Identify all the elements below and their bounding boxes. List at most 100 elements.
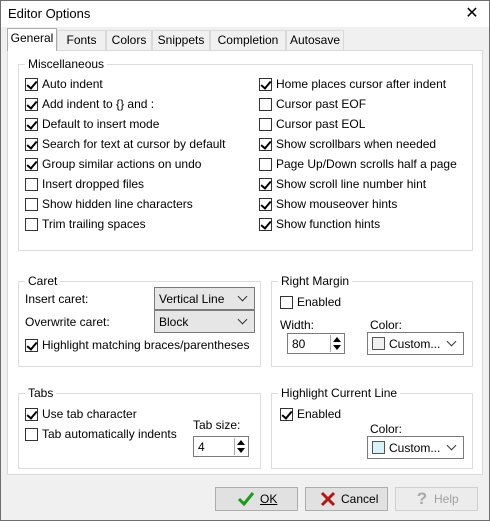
checkbox-box [280, 296, 293, 309]
checkbox-box [25, 408, 38, 421]
tab-colors[interactable]: Colors [106, 30, 152, 50]
tab-size-label: Tab size: [193, 418, 241, 432]
misc-option-checkbox[interactable]: Show scrollbars when needed [259, 137, 474, 153]
group-title: Highlight Current Line [278, 386, 401, 400]
checkbox-box [259, 158, 272, 171]
color-value: Custom... [389, 337, 441, 351]
title-bar: Editor Options ✕ [1, 1, 489, 27]
overwrite-caret-select[interactable]: Block [154, 310, 255, 333]
group-title: Miscellaneous [25, 57, 108, 71]
insert-caret-select[interactable]: Vertical Line [154, 287, 255, 310]
tab-autosave[interactable]: Autosave [286, 30, 344, 50]
highlight-line-color-select[interactable]: Custom... [367, 436, 464, 459]
checkbox-box [25, 138, 38, 151]
misc-option-checkbox[interactable]: Trim trailing spaces [25, 217, 240, 233]
arrow-up-icon [333, 337, 341, 342]
checkbox-label: Show function hints [276, 217, 381, 231]
checkbox-box [25, 428, 38, 441]
checkbox-box [25, 98, 38, 111]
checkbox-label: Page Up/Down scrolls half a page [276, 157, 457, 171]
checkbox-box [259, 98, 272, 111]
cancel-button[interactable]: Cancel [305, 487, 388, 511]
arrow-up-icon [237, 440, 245, 445]
checkbox-box [25, 158, 38, 171]
tab-general[interactable]: General [7, 28, 57, 51]
misc-option-checkbox[interactable]: Show scroll line number hint [259, 177, 474, 193]
misc-option-checkbox[interactable]: Show mouseover hints [259, 197, 474, 213]
cancel-label: Cancel [341, 492, 379, 506]
right-margin-group: Right Margin Enabled Width: 80 Color: Cu… [271, 274, 473, 367]
tab-auto-indent-checkbox[interactable]: Tab automatically indents [25, 427, 185, 443]
checkbox-box [259, 178, 272, 191]
group-title: Caret [25, 274, 61, 288]
spinner-buttons[interactable] [234, 438, 247, 455]
ok-label: OK [260, 492, 278, 506]
checkbox-label: Trim trailing spaces [42, 217, 146, 231]
checkbox-label: Enabled [297, 295, 342, 309]
tab-strip: General Fonts Colors Snippets Completion… [7, 28, 483, 51]
check-icon [237, 492, 255, 507]
width-spinner[interactable]: 80 [287, 333, 345, 354]
help-button[interactable]: ? Help [395, 487, 478, 511]
color-swatch [372, 441, 385, 454]
tab-fonts[interactable]: Fonts [57, 30, 106, 50]
misc-option-checkbox[interactable]: Group similar actions on undo [25, 157, 240, 173]
ok-button[interactable]: OK [215, 487, 298, 511]
misc-option-checkbox[interactable]: Search for text at cursor by default [25, 137, 240, 153]
width-value: 80 [292, 337, 306, 351]
misc-option-checkbox[interactable]: Add indent to {} and : [25, 97, 240, 113]
tab-label: Autosave [289, 33, 341, 47]
color-value: Custom... [389, 441, 441, 455]
checkbox-label: Show scroll line number hint [276, 177, 427, 191]
misc-option-checkbox[interactable]: Auto indent [25, 77, 240, 93]
checkbox-label: Highlight matching braces/parentheses [42, 338, 250, 352]
misc-option-checkbox[interactable]: Default to insert mode [25, 117, 240, 133]
chevron-down-icon [445, 336, 459, 350]
use-tab-character-checkbox[interactable]: Use tab character [25, 407, 145, 423]
tab-label: Fonts [66, 33, 97, 47]
checkbox-box [25, 339, 38, 352]
right-margin-enabled-checkbox[interactable]: Enabled [280, 295, 370, 311]
checkbox-label: Default to insert mode [42, 117, 160, 131]
checkbox-box [259, 198, 272, 211]
tab-snippets[interactable]: Snippets [152, 30, 210, 50]
checkbox-box [259, 78, 272, 91]
close-icon[interactable]: ✕ [461, 3, 483, 25]
color-label: Color: [370, 318, 403, 332]
misc-option-checkbox[interactable]: Show function hints [259, 217, 474, 233]
checkbox-box [259, 218, 272, 231]
caret-group: Caret Insert caret: Vertical Line Overwr… [18, 274, 261, 367]
misc-option-checkbox[interactable]: Cursor past EOL [259, 117, 474, 133]
x-icon [320, 491, 336, 507]
tab-label: Colors [111, 33, 147, 47]
tab-label: Snippets [157, 33, 205, 47]
arrow-down-icon [333, 345, 341, 350]
insert-caret-value: Vertical Line [159, 292, 225, 306]
misc-option-checkbox[interactable]: Insert dropped files [25, 177, 240, 193]
highlight-line-enabled-checkbox[interactable]: Enabled [280, 407, 370, 423]
right-margin-color-select[interactable]: Custom... [367, 332, 464, 355]
checkbox-label: Group similar actions on undo [42, 157, 202, 171]
chevron-down-icon [445, 440, 459, 454]
checkbox-label: Auto indent [42, 77, 103, 91]
misc-option-checkbox[interactable]: Show hidden line characters [25, 197, 240, 213]
misc-option-checkbox[interactable]: Cursor past EOF [259, 97, 474, 113]
checkbox-label: Show hidden line characters [42, 197, 193, 211]
checkbox-label: Add indent to {} and : [42, 97, 155, 111]
checkbox-label: Use tab character [42, 407, 137, 421]
tabs-group: Tabs Use tab character Tab automatically… [18, 386, 261, 469]
insert-caret-label: Insert caret: [25, 292, 89, 306]
misc-option-checkbox[interactable]: Page Up/Down scrolls half a page [259, 157, 474, 173]
checkbox-box [25, 218, 38, 231]
tab-completion[interactable]: Completion [210, 30, 286, 50]
general-panel: Miscellaneous Auto indent Add indent to {… [7, 50, 483, 475]
spinner-buttons[interactable] [330, 335, 343, 352]
overwrite-caret-label: Overwrite caret: [25, 315, 110, 329]
misc-option-checkbox[interactable]: Home places cursor after indent [259, 77, 474, 93]
checkbox-label: Show mouseover hints [276, 197, 398, 211]
highlight-braces-checkbox[interactable]: Highlight matching braces/parentheses [25, 338, 255, 354]
tab-size-spinner[interactable]: 4 [193, 436, 249, 457]
group-title: Tabs [25, 386, 57, 400]
checkbox-box [25, 118, 38, 131]
chevron-down-icon [236, 291, 250, 305]
